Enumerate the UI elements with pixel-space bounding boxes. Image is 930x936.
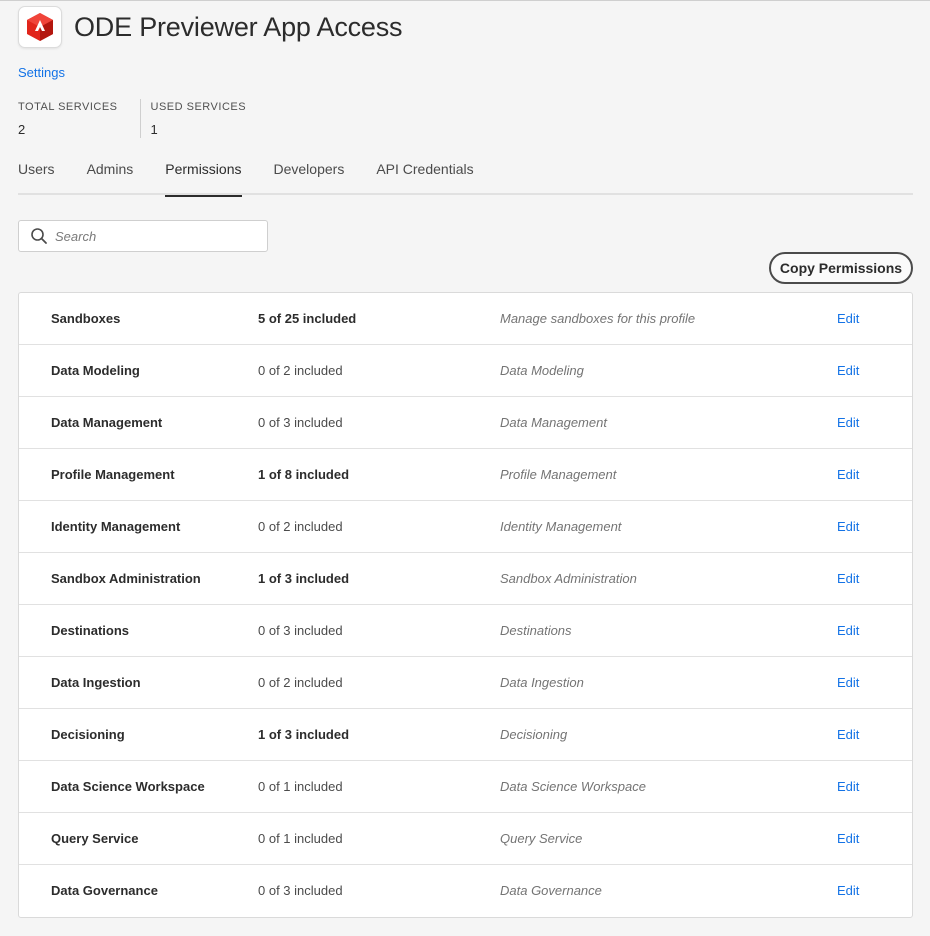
permission-description: Manage sandboxes for this profile bbox=[500, 311, 696, 326]
permission-count: 5 of 25 included bbox=[258, 311, 357, 326]
total-services-value: 2 bbox=[18, 122, 26, 137]
permission-name: Profile Management bbox=[51, 467, 175, 482]
search-icon bbox=[30, 227, 48, 245]
permission-row: Data Modeling 0 of 2 included Data Modelin… bbox=[19, 345, 912, 397]
permission-name: Decisioning bbox=[51, 727, 125, 742]
tab-users[interactable]: Users bbox=[18, 153, 55, 195]
profile-tabs: Users Admins Permissions Developers API … bbox=[18, 153, 913, 197]
tab-api-credentials[interactable]: API Credentials bbox=[376, 153, 473, 195]
permission-description: Data Modeling bbox=[500, 363, 584, 378]
permission-row: Data Governance 0 of 3 included Data Gover… bbox=[19, 865, 912, 917]
permission-name: Query Service bbox=[51, 831, 139, 846]
permission-name: Data Ingestion bbox=[51, 675, 141, 690]
permission-description: Identity Management bbox=[500, 519, 622, 534]
permission-row: Sandboxes 5 of 25 included Manage sandboxe… bbox=[19, 293, 912, 345]
edit-link[interactable]: Edit bbox=[837, 397, 859, 449]
permission-count: 1 of 8 included bbox=[258, 467, 350, 482]
edit-link[interactable]: Edit bbox=[837, 813, 859, 865]
permission-name: Data Governance bbox=[51, 883, 158, 898]
permission-count: 0 of 2 included bbox=[258, 363, 343, 378]
permission-count: 0 of 2 included bbox=[258, 519, 343, 534]
permission-row: Decisioning 1 of 3 included Decisioning Edi… bbox=[19, 709, 912, 761]
permission-description: Profile Management bbox=[500, 467, 617, 482]
used-services-stat: USED SERVICES 1 bbox=[139, 99, 269, 138]
settings-link[interactable]: Settings bbox=[18, 65, 65, 80]
permission-name: Destinations bbox=[51, 623, 130, 638]
permission-description: Data Management bbox=[500, 415, 607, 430]
edit-link[interactable]: Edit bbox=[837, 657, 859, 709]
search-input[interactable] bbox=[55, 228, 255, 244]
permission-name: Data Science Workspace bbox=[51, 779, 205, 794]
page-header: ODE Previewer App Access bbox=[18, 6, 403, 48]
permission-row: Data Management 0 of 3 included Data Manag… bbox=[19, 397, 912, 449]
top-divider bbox=[0, 0, 930, 1]
permission-name: Identity Management bbox=[51, 519, 181, 534]
edit-link[interactable]: Edit bbox=[837, 293, 859, 345]
edit-link[interactable]: Edit bbox=[837, 449, 859, 501]
total-services-stat: TOTAL SERVICES 2 bbox=[18, 99, 140, 138]
edit-link[interactable]: Edit bbox=[837, 605, 859, 657]
search-box bbox=[18, 220, 268, 252]
tab-developers[interactable]: Developers bbox=[274, 153, 345, 195]
permission-name: Data Management bbox=[51, 415, 163, 430]
permission-description: Data Ingestion bbox=[500, 675, 584, 690]
edit-link[interactable]: Edit bbox=[837, 865, 859, 917]
permission-row: Profile Management 1 of 8 included Profile… bbox=[19, 449, 912, 501]
page-title: ODE Previewer App Access bbox=[74, 11, 403, 42]
edit-link[interactable]: Edit bbox=[837, 761, 859, 813]
permissions-table: Sandboxes 5 of 25 included Manage sandboxe… bbox=[18, 292, 913, 918]
permission-row: Data Ingestion 0 of 2 included Data Ingest… bbox=[19, 657, 912, 709]
permission-description: Data Science Workspace bbox=[500, 779, 646, 794]
permission-row: Destinations 0 of 3 included Destinations E… bbox=[19, 605, 912, 657]
permission-count: 0 of 2 included bbox=[258, 675, 343, 690]
permission-count: 0 of 1 included bbox=[258, 779, 343, 794]
permission-count: 0 of 1 included bbox=[258, 831, 343, 846]
permission-description: Destinations bbox=[500, 623, 572, 638]
edit-link[interactable]: Edit bbox=[837, 553, 859, 605]
permission-description: Data Governance bbox=[500, 883, 602, 898]
used-services-label: USED SERVICES bbox=[150, 101, 247, 113]
edit-link[interactable]: Edit bbox=[837, 709, 859, 761]
permission-count: 0 of 3 included bbox=[258, 883, 343, 898]
permission-row: Data Science Workspace 0 of 1 included Dat… bbox=[19, 761, 912, 813]
tab-permissions[interactable]: Permissions bbox=[165, 153, 242, 197]
edit-link[interactable]: Edit bbox=[837, 345, 859, 397]
permission-count: 1 of 3 included bbox=[258, 727, 350, 742]
permission-count: 0 of 3 included bbox=[258, 623, 343, 638]
tab-admins[interactable]: Admins bbox=[87, 153, 134, 195]
permission-description: Decisioning bbox=[500, 727, 568, 742]
permission-name: Sandboxes bbox=[51, 311, 121, 326]
service-stats: TOTAL SERVICES 2 USED SERVICES 1 bbox=[18, 99, 268, 138]
permission-count: 1 of 3 included bbox=[258, 571, 350, 586]
permission-count: 0 of 3 included bbox=[258, 415, 343, 430]
permission-name: Sandbox Administration bbox=[51, 571, 201, 586]
permission-name: Data Modeling bbox=[51, 363, 140, 378]
permission-row: Query Service 0 of 1 included Query Servic… bbox=[19, 813, 912, 865]
total-services-label: TOTAL SERVICES bbox=[18, 101, 118, 113]
edit-link[interactable]: Edit bbox=[837, 501, 859, 553]
used-services-value: 1 bbox=[150, 122, 158, 137]
adobe-experience-platform-icon bbox=[18, 6, 62, 48]
copy-permissions-button[interactable]: Copy Permissions bbox=[769, 252, 913, 284]
permission-row: Sandbox Administration 1 of 3 included San… bbox=[19, 553, 912, 605]
permission-description: Sandbox Administration bbox=[500, 571, 637, 586]
permission-description: Query Service bbox=[500, 831, 583, 846]
permission-row: Identity Management 0 of 2 included Identi… bbox=[19, 501, 912, 553]
